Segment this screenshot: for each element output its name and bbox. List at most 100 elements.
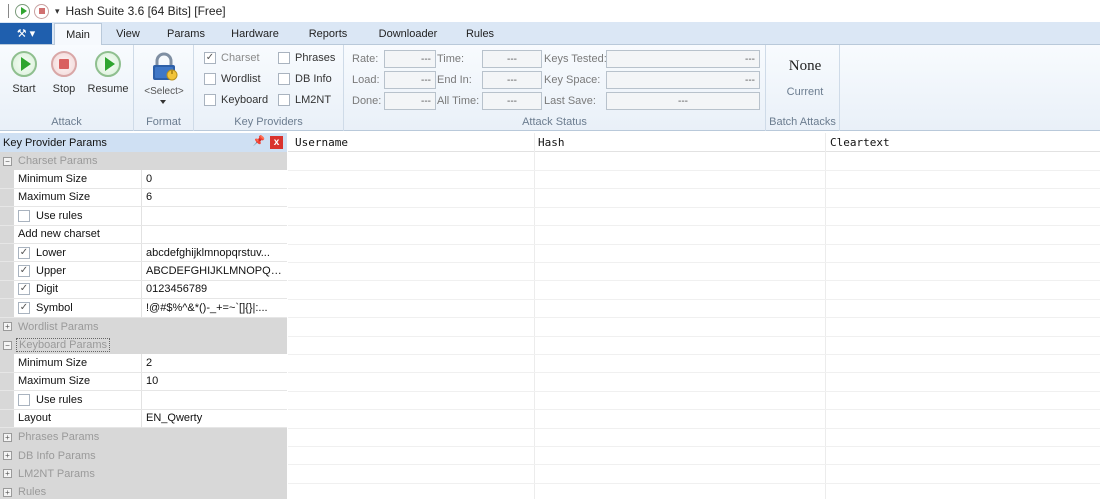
checkbox-box: [204, 94, 216, 106]
collapse-icon[interactable]: −: [3, 156, 12, 166]
column-cleartext[interactable]: Cleartext: [830, 136, 890, 149]
format-select[interactable]: <Select>: [142, 86, 186, 97]
play-icon: [20, 7, 27, 15]
lm2nt-params-category[interactable]: + LM2NT Params: [0, 464, 287, 484]
wordlist-params-category[interactable]: + Wordlist Params: [0, 317, 287, 336]
window-title: Hash Suite 3.6 [64 Bits] [Free]: [65, 4, 226, 18]
property-value[interactable]: 0123456789: [146, 283, 286, 295]
charset-lower-row[interactable]: ✓ Lower abcdefghijklmnopqrstuv...: [0, 244, 287, 263]
app-menu-button[interactable]: ⚒ ▾: [0, 23, 52, 44]
check-icon: ✓: [204, 52, 216, 64]
property-value[interactable]: 10: [146, 375, 286, 387]
expand-icon[interactable]: +: [3, 322, 12, 332]
keyboard-params-category[interactable]: − Keyboard Params: [0, 336, 287, 355]
panel-header: Key Provider Params 📌 x: [0, 133, 287, 152]
digit-checkbox[interactable]: ✓ Digit: [18, 283, 58, 296]
lock-icon[interactable]: [150, 52, 178, 82]
row-line: [288, 243, 1100, 245]
quick-start-button[interactable]: [15, 3, 30, 19]
dbinfo-checkbox[interactable]: DB Info: [278, 73, 332, 85]
property-value[interactable]: abcdefghijklmnopqrstuv...: [146, 247, 286, 259]
keyboard-max-size-row[interactable]: Maximum Size 10: [0, 372, 287, 392]
check-icon: ✓: [18, 265, 30, 278]
row-line: [288, 188, 1100, 190]
start-button[interactable]: Start: [4, 51, 44, 95]
keyboard-use-rules-row[interactable]: Use rules: [0, 391, 287, 410]
start-label: Start: [12, 83, 36, 95]
key-providers-group: ✓ Charset Wordlist Keyboard Phrases DB I…: [194, 45, 344, 131]
add-new-charset-row[interactable]: Add new charset: [0, 225, 287, 244]
chevron-down-icon[interactable]: [160, 100, 166, 104]
property-value[interactable]: EN_Qwerty: [146, 412, 286, 424]
category-label: Phrases Params: [18, 431, 100, 444]
expand-icon[interactable]: +: [3, 469, 12, 479]
tab-hardware[interactable]: Hardware: [222, 23, 288, 45]
column-hash[interactable]: Hash: [538, 136, 565, 149]
stop-button[interactable]: Stop: [44, 51, 84, 95]
property-value[interactable]: 6: [146, 191, 286, 203]
checkbox-box: [278, 52, 290, 64]
collapse-icon[interactable]: −: [3, 340, 12, 350]
tab-rules[interactable]: Rules: [456, 23, 504, 45]
pin-icon[interactable]: 📌: [253, 136, 265, 147]
tab-downloader[interactable]: Downloader: [368, 23, 448, 45]
charset-max-size-row[interactable]: Maximum Size 6: [0, 188, 287, 208]
resume-button[interactable]: Resume: [86, 51, 130, 95]
lm2nt-checkbox[interactable]: LM2NT: [278, 94, 331, 106]
keyboard-min-size-row[interactable]: Minimum Size 2: [0, 354, 287, 373]
tab-params[interactable]: Params: [158, 23, 214, 45]
upper-checkbox[interactable]: ✓ Upper: [18, 265, 66, 278]
tab-view[interactable]: View: [106, 23, 150, 45]
results-grid[interactable]: Username Hash Cleartext: [288, 133, 1100, 499]
use-rules-checkbox[interactable]: Use rules: [18, 393, 82, 406]
wordlist-label: Wordlist: [221, 73, 261, 85]
charset-params-category[interactable]: − Charset Params: [0, 152, 287, 171]
checkbox-box: [278, 73, 290, 85]
quick-stop-button[interactable]: [34, 3, 49, 19]
property-label: Layout: [18, 412, 52, 425]
phrases-params-category[interactable]: + Phrases Params: [0, 428, 287, 447]
row-line: [288, 170, 1100, 171]
close-panel-button[interactable]: x: [270, 136, 283, 149]
tab-main[interactable]: Main: [54, 23, 102, 46]
column-username[interactable]: Username: [295, 136, 348, 149]
checkbox-box: [278, 94, 290, 106]
property-label: Maximum Size: [18, 191, 91, 204]
property-value[interactable]: 2: [146, 357, 286, 369]
property-value[interactable]: 0: [146, 173, 286, 185]
tab-reports[interactable]: Reports: [298, 23, 358, 45]
lower-checkbox[interactable]: ✓ Lower: [18, 246, 66, 259]
category-label: Rules: [18, 486, 47, 499]
grid-header: Username Hash Cleartext: [288, 133, 1100, 152]
property-label: Symbol: [36, 301, 73, 314]
dbinfo-params-category[interactable]: + DB Info Params: [0, 446, 287, 465]
rules-category[interactable]: + Rules: [0, 483, 287, 499]
charset-use-rules-row[interactable]: Use rules: [0, 207, 287, 226]
keyboard-checkbox[interactable]: Keyboard: [204, 94, 268, 106]
expand-icon[interactable]: +: [3, 451, 12, 461]
stop-icon: [38, 8, 45, 14]
key-space-label: Key Space:: [544, 74, 601, 86]
dbinfo-label: DB Info: [295, 73, 332, 85]
expand-icon[interactable]: +: [3, 432, 12, 442]
keyboard-layout-row[interactable]: Layout EN_Qwerty: [0, 409, 287, 428]
keys-tested-value: ---: [606, 50, 760, 68]
property-label: Minimum Size: [18, 173, 88, 186]
property-value[interactable]: !@#$%^&*()-_+=~`[]{}|:...: [146, 302, 286, 314]
row-line: [288, 354, 1100, 355]
batch-current-label[interactable]: Current: [770, 86, 840, 98]
charset-digit-row[interactable]: ✓ Digit 0123456789: [0, 280, 287, 300]
use-rules-checkbox[interactable]: Use rules: [18, 209, 83, 222]
phrases-checkbox[interactable]: Phrases: [278, 52, 335, 64]
charset-upper-row[interactable]: ✓ Upper ABCDEFGHIJKLMNOPQR...: [0, 262, 287, 281]
charset-min-size-row[interactable]: Minimum Size 0: [0, 170, 287, 189]
quick-access-dropdown[interactable]: ▾: [55, 6, 60, 17]
charset-checkbox[interactable]: ✓ Charset: [204, 52, 260, 64]
property-label: Use rules: [36, 209, 83, 222]
resume-icon: [95, 51, 121, 77]
expand-icon[interactable]: +: [3, 487, 12, 497]
symbol-checkbox[interactable]: ✓ Symbol: [18, 301, 73, 314]
wordlist-checkbox[interactable]: Wordlist: [204, 73, 261, 85]
property-value[interactable]: ABCDEFGHIJKLMNOPQR...: [146, 265, 286, 277]
charset-symbol-row[interactable]: ✓ Symbol !@#$%^&*()-_+=~`[]{}|:...: [0, 299, 287, 318]
